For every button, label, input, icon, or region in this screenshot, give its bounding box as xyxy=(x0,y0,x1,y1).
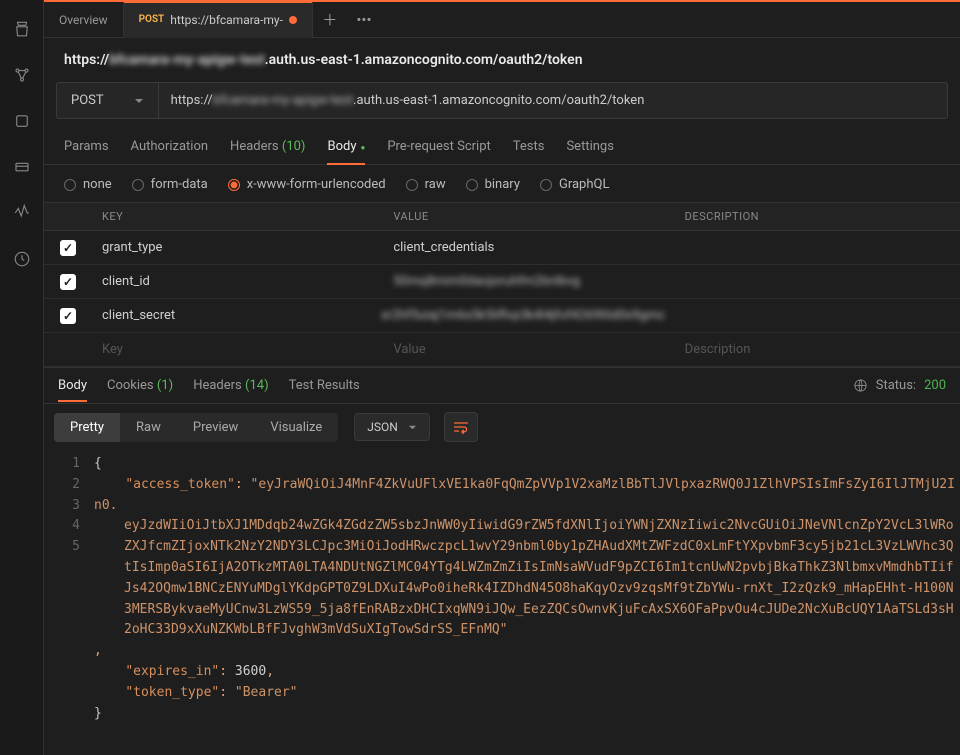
col-description: DESCRIPTION xyxy=(669,210,960,223)
body-type-row: none form-data x-www-form-urlencoded raw… xyxy=(44,165,960,202)
apis-icon[interactable] xyxy=(13,66,31,88)
history-icon[interactable] xyxy=(13,250,31,272)
line-gutter: 1 2 3 4 5 xyxy=(44,454,94,724)
wrap-lines-button[interactable] xyxy=(444,412,478,442)
radio-xwww[interactable]: x-www-form-urlencoded xyxy=(228,177,386,192)
headers-count: (10) xyxy=(282,139,306,154)
kv-header: KEY VALUE DESCRIPTION xyxy=(44,202,960,231)
col-key: KEY xyxy=(86,210,377,223)
tab-prerequest[interactable]: Pre-request Script xyxy=(387,133,490,164)
kv-row-new[interactable]: Key Value Description xyxy=(44,333,960,367)
url-blurred: bfcamara-my-apigw-test xyxy=(109,52,265,68)
wrap-icon xyxy=(453,420,469,434)
method-url-row: POST https://bfcamara-my-apigw-test.auth… xyxy=(44,82,960,133)
tab-overview[interactable]: Overview xyxy=(44,2,124,38)
collections-icon[interactable] xyxy=(13,20,31,42)
kv-value-blurred[interactable]: 50mq8mim0daojoruhfm2bnlbvg xyxy=(393,274,580,289)
tab-body[interactable]: Body● xyxy=(327,133,365,164)
fmt-preview[interactable]: Preview xyxy=(177,413,254,442)
request-section-tabs: Params Authorization Headers (10) Body● … xyxy=(44,133,960,165)
radio-formdata[interactable]: form-data xyxy=(132,177,208,192)
kv-key-placeholder[interactable]: Key xyxy=(86,342,377,357)
method-select[interactable]: POST xyxy=(56,82,158,119)
tab-tests[interactable]: Tests xyxy=(513,133,545,164)
status-label: Status: xyxy=(876,378,916,393)
chevron-down-icon xyxy=(134,96,144,106)
kv-value-placeholder[interactable]: Value xyxy=(377,342,668,357)
unsaved-dot-icon xyxy=(289,16,297,24)
format-buttons: Pretty Raw Preview Visualize xyxy=(54,413,338,442)
environments-icon[interactable] xyxy=(13,112,31,134)
kv-row[interactable]: ✓ client_secret sr2hf5uiaj1m6s5k5liflvp3… xyxy=(44,299,960,333)
tab-params[interactable]: Params xyxy=(64,133,109,164)
cookies-count: (1) xyxy=(157,378,173,393)
resp-tab-headers[interactable]: Headers (14) xyxy=(193,370,268,401)
kv-key[interactable]: grant_type xyxy=(86,240,377,255)
url-prefix: https:// xyxy=(64,52,109,68)
url-suffix: .auth.us-east-1.amazoncognito.com/oauth2… xyxy=(265,52,583,68)
tab-authorization[interactable]: Authorization xyxy=(131,133,209,164)
status-area: Status: 200 xyxy=(853,378,946,393)
resp-tab-tests[interactable]: Test Results xyxy=(289,370,360,401)
status-code: 200 xyxy=(924,378,946,393)
main-panel: Overview POST https://bfcamara-my- ＋ •••… xyxy=(44,0,960,755)
mock-icon[interactable] xyxy=(13,158,31,180)
radio-none[interactable]: none xyxy=(64,177,112,192)
left-sidebar xyxy=(0,0,44,755)
chevron-down-icon xyxy=(408,423,417,432)
radio-raw[interactable]: raw xyxy=(406,177,446,192)
monitors-icon[interactable] xyxy=(13,204,31,226)
fmt-raw[interactable]: Raw xyxy=(120,413,177,442)
kv-value-blurred[interactable]: sr2hf5uiaj1m6s5k5liflvp3k4l4jfof4269tlid… xyxy=(381,308,665,323)
response-panel: Body Cookies (1) Headers (14) Test Resul… xyxy=(44,367,960,755)
fmt-pretty[interactable]: Pretty xyxy=(54,413,120,442)
code-content[interactable]: { "access_token": "eyJraWQiOiJ4MnF4ZkVuU… xyxy=(94,454,960,724)
url-input-suffix: .auth.us-east-1.amazoncognito.com/oauth2… xyxy=(353,93,644,108)
kv-key[interactable]: client_secret xyxy=(86,308,365,323)
tab-settings[interactable]: Settings xyxy=(566,133,613,164)
request-title: https://bfcamara-my-apigw-test.auth.us-e… xyxy=(44,38,960,82)
kv-desc-placeholder[interactable]: Description xyxy=(669,342,960,357)
tab-request-active[interactable]: POST https://bfcamara-my- xyxy=(124,2,313,38)
body-active-dot-icon: ● xyxy=(360,143,365,152)
url-input-prefix: https:// xyxy=(171,93,213,108)
radio-binary[interactable]: binary xyxy=(466,177,520,192)
col-value: VALUE xyxy=(377,210,668,223)
resp-tab-cookies[interactable]: Cookies (1) xyxy=(107,370,173,401)
url-input-blurred: bfcamara-my-apigw-test xyxy=(213,93,353,108)
tab-method-badge: POST xyxy=(139,14,165,25)
tab-label: Overview xyxy=(59,13,108,27)
language-select[interactable]: JSON xyxy=(354,413,430,441)
kv-key[interactable]: client_id xyxy=(86,274,377,289)
kv-row[interactable]: ✓ client_id 50mq8mim0daojoruhfm2bnlbvg xyxy=(44,265,960,299)
format-row: Pretty Raw Preview Visualize JSON xyxy=(44,404,960,450)
resp-headers-count: (14) xyxy=(245,378,269,393)
kv-row[interactable]: ✓ grant_type client_credentials xyxy=(44,231,960,265)
tab-headers[interactable]: Headers (10) xyxy=(230,133,305,164)
url-input[interactable]: https://bfcamara-my-apigw-test.auth.us-e… xyxy=(158,82,948,119)
tab-label: https://bfcamara-my- xyxy=(170,13,283,27)
tab-strip: Overview POST https://bfcamara-my- ＋ ••• xyxy=(44,2,960,38)
fmt-visualize[interactable]: Visualize xyxy=(254,413,338,442)
new-tab-button[interactable]: ＋ xyxy=(313,2,347,38)
method-value: POST xyxy=(71,93,104,108)
response-tabs: Body Cookies (1) Headers (14) Test Resul… xyxy=(44,368,960,404)
row-checkbox[interactable]: ✓ xyxy=(60,274,76,290)
radio-graphql[interactable]: GraphQL xyxy=(540,177,609,192)
response-body[interactable]: 1 2 3 4 5 { "access_token": "eyJraWQiOiJ… xyxy=(44,450,960,728)
row-checkbox[interactable]: ✓ xyxy=(60,308,76,324)
globe-icon[interactable] xyxy=(853,378,868,393)
tab-options-button[interactable]: ••• xyxy=(347,2,381,38)
row-checkbox[interactable]: ✓ xyxy=(60,240,76,256)
resp-tab-body[interactable]: Body xyxy=(58,370,87,401)
kv-value[interactable]: client_credentials xyxy=(377,240,668,255)
